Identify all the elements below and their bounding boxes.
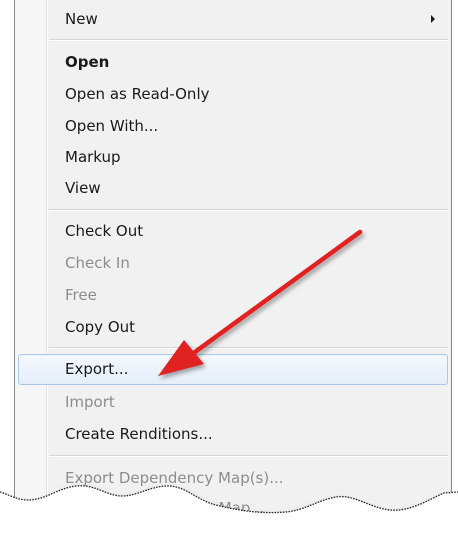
menu-item-copy-out[interactable]: Copy Out (18, 312, 448, 343)
menu-item-label: Import (65, 393, 115, 411)
context-menu-frame: New Open Open as Read-Only Open With... … (14, 0, 454, 535)
menu-separator (49, 209, 448, 211)
menu-item-label: Markup (65, 148, 121, 166)
menu-item-label: New (65, 10, 98, 28)
menu-item-label: Create Renditions... (65, 425, 213, 443)
menu-item-label: Check Out (65, 222, 144, 240)
menu-item-label: Open as Read-Only (65, 85, 210, 103)
menu-item-label: Copy Out (65, 318, 136, 336)
menu-separator (49, 39, 448, 41)
menu-item-markup[interactable]: Markup (18, 142, 448, 173)
menu-item-label: Open (65, 53, 110, 71)
menu-item-label: Free (65, 286, 97, 304)
menu-separator (49, 455, 448, 457)
menu-item-label: Open With... (65, 117, 159, 135)
menu-item-view[interactable]: View (18, 173, 448, 204)
menu-item-check-out[interactable]: Check Out (18, 216, 448, 247)
menu-item-open-with[interactable]: Open With... (18, 111, 448, 142)
menu-item-import: Import (18, 387, 448, 418)
menu-item-label: Check In (65, 254, 130, 272)
context-menu: New Open Open as Read-Only Open With... … (14, 0, 452, 535)
menu-item-label: Export Dependency Map(s)... (65, 469, 284, 487)
menu-item-new[interactable]: New (18, 4, 448, 35)
menu-item-export[interactable]: Export... (18, 354, 448, 385)
menu-item-create-renditions[interactable]: Create Renditions... (18, 419, 448, 450)
menu-item-label: Export... (65, 360, 129, 378)
menu-separator (49, 347, 448, 349)
menu-item-free: Free (18, 280, 448, 311)
menu-item-export-dependency-map: Export Dependency Map(s)... (18, 463, 448, 494)
menu-item-open[interactable]: Open (18, 47, 448, 78)
menu-item-label: View (65, 179, 101, 197)
chevron-right-icon (431, 15, 435, 23)
menu-item-label: Import Dependency Map... (65, 499, 265, 517)
menu-item-check-in: Check In (18, 248, 448, 279)
menu-item-import-dependency-map: Import Dependency Map... (18, 493, 448, 524)
menu-item-open-read-only[interactable]: Open as Read-Only (18, 79, 448, 110)
